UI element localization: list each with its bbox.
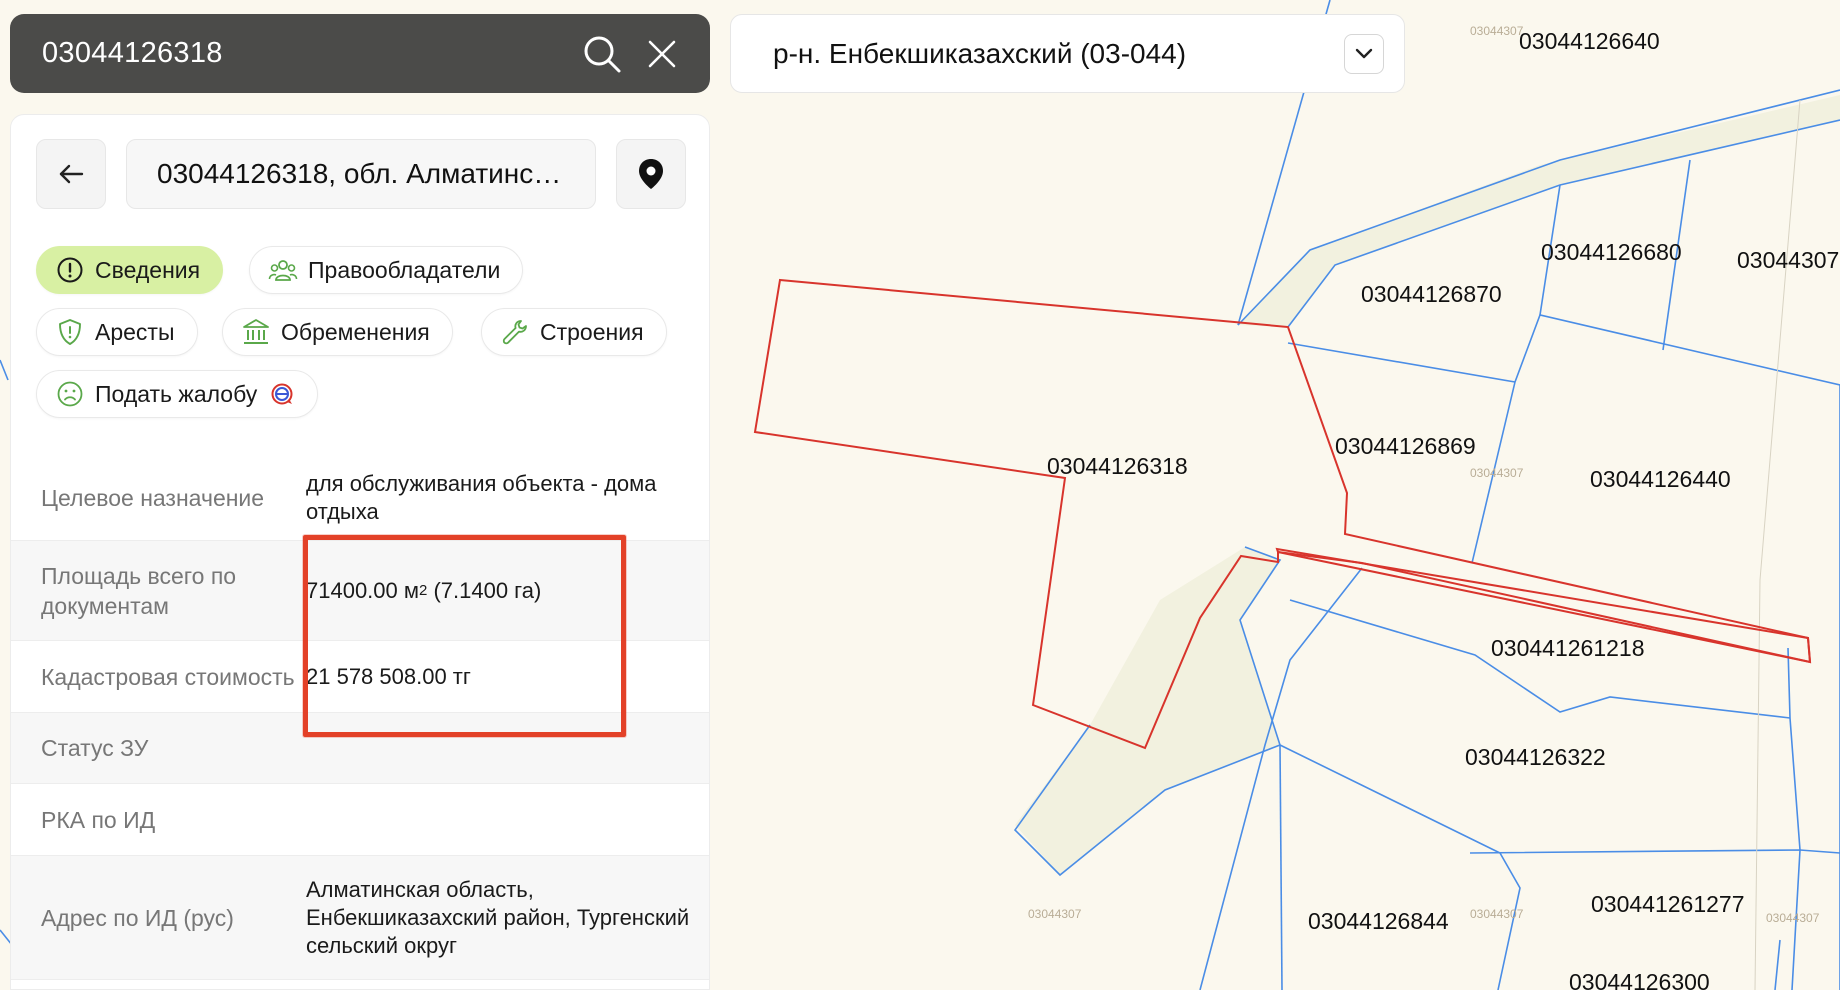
parcel-label: 03044126322 [1465, 744, 1606, 770]
panel-header: 03044126318, обл. Алматинская, р-н. Енбе… [36, 139, 686, 209]
block-label: 03044307 [1470, 907, 1524, 921]
tab-stroeniya[interactable]: Строения [481, 308, 667, 356]
block-label: 03044307 [1766, 911, 1820, 925]
tab-obremeneniya[interactable]: Обременения [222, 308, 453, 356]
parcel-label: 03044126640 [1519, 28, 1660, 54]
shield-icon [55, 317, 85, 347]
parcel-label: 03044126844 [1308, 908, 1449, 934]
road-strip-bottom [1015, 547, 1280, 875]
parcel-label: 030441261277 [1591, 891, 1745, 917]
district-select[interactable]: р-н. Енбекшиказахский (03-044) [730, 14, 1405, 93]
parcel-label: 03044126440 [1590, 466, 1731, 492]
parcel-label: 03044126300 [1569, 969, 1710, 990]
parcel-title: 03044126318, обл. Алматинская, р-н. Енбе… [157, 158, 565, 189]
search-bar[interactable]: 03044126318 [10, 14, 710, 93]
row-label: Статус ЗУ [41, 735, 149, 761]
row-value [306, 784, 709, 855]
chip-label: Аресты [95, 318, 175, 345]
locate-button[interactable] [616, 139, 686, 209]
block-label: 03044307 [1028, 907, 1082, 921]
chip-label: Правообладатели [308, 256, 501, 283]
chip-label: Сведения [95, 256, 201, 283]
table-row: Целевое назначение для обслуживания объе… [11, 455, 709, 541]
row-label: Адрес по ИД (рус) [41, 904, 234, 931]
table-row: РКА по ИД [11, 784, 709, 856]
row-value: для обслуживания объекта - дома отдыха [306, 470, 657, 524]
tab-aresty[interactable]: Аресты [36, 308, 198, 356]
e-logo-icon [269, 381, 295, 407]
sad-face-icon [55, 379, 85, 409]
row-value: Алматинская область, Енбекшиказахский ра… [306, 876, 690, 958]
district-value: р-н. Енбекшиказахский (03-044) [773, 37, 1187, 69]
info-circle-icon [55, 255, 85, 285]
parcel-label: 03044126869 [1335, 433, 1476, 459]
search-icon[interactable] [576, 28, 628, 80]
parcel-label: 03044126680 [1541, 239, 1682, 265]
parcel-title-box: 03044126318, обл. Алматинская, р-н. Енбе… [126, 139, 596, 209]
row-label: Целевое назначение [41, 484, 265, 511]
tab-pravoobladateli[interactable]: Правообладатели [249, 246, 524, 294]
close-icon[interactable] [636, 28, 688, 80]
selected-parcel-outline[interactable] [753, 278, 1812, 750]
chevron-down-icon[interactable] [1344, 33, 1384, 74]
block-label: 03044307 [1470, 466, 1524, 480]
table-row: Адрес по ИД (рус) Алматинская область, Е… [11, 856, 709, 980]
arrow-left-icon [59, 164, 84, 184]
parcel-label: 030441261218 [1491, 635, 1645, 661]
row-label: Кадастровая стоимость [41, 663, 295, 690]
wrench-icon [500, 317, 530, 347]
complaint-button[interactable]: Подать жалобу [36, 370, 319, 418]
bank-icon [241, 317, 271, 347]
chip-label: Строения [540, 318, 644, 345]
highlight-annotation [303, 535, 626, 737]
parcel-label: 03044126870 [1361, 281, 1502, 307]
road-strip-top [1238, 95, 1840, 327]
tab-svedeniya[interactable]: Сведения [36, 246, 224, 294]
users-icon [268, 255, 298, 285]
map-pin-icon [639, 159, 663, 189]
parcel-label: 03044126318 [1047, 453, 1188, 479]
block-label: 03044307 [1470, 24, 1524, 38]
faint-lines [1754, 99, 1801, 990]
parcel-label: 03044307 [1737, 247, 1839, 273]
row-label: Площадь всего по документам [41, 562, 237, 619]
chip-label: Подать жалобу [95, 380, 258, 407]
back-button[interactable] [36, 139, 106, 209]
chip-label: Обременения [281, 318, 430, 345]
row-label: РКА по ИД [41, 806, 156, 833]
search-input[interactable]: 03044126318 [42, 37, 568, 70]
